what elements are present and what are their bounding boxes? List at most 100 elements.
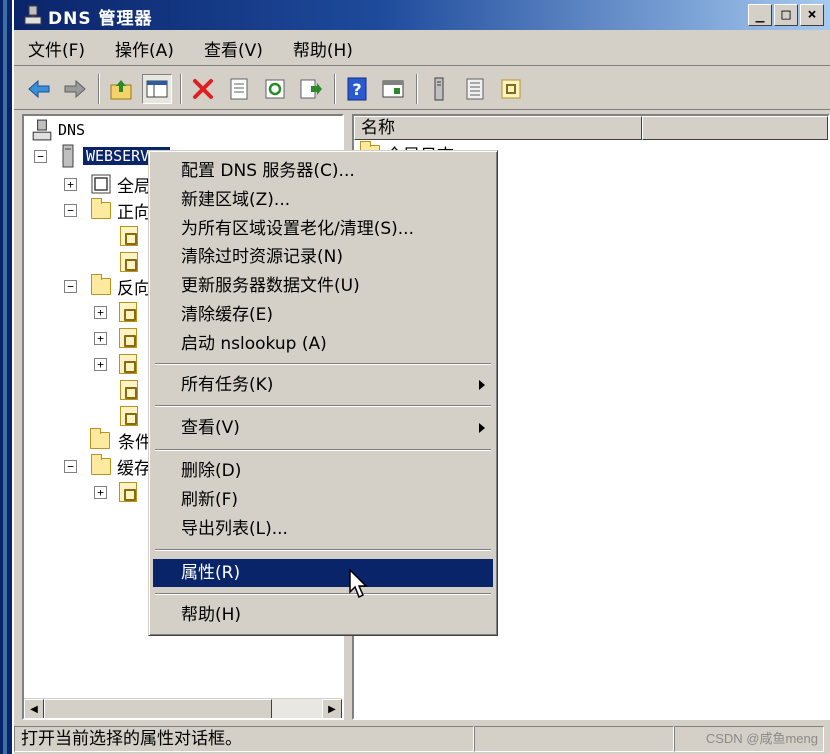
toolbar-separator: [98, 73, 100, 104]
tree-item-reverse-zones[interactable]: − 反向: [64, 273, 151, 299]
column-header-extra[interactable]: [642, 116, 828, 140]
scroll-left-button[interactable]: ◀: [24, 699, 44, 718]
submenu-arrow-icon: [479, 380, 485, 390]
menu-item-help[interactable]: 帮助(H): [153, 601, 493, 629]
help-button[interactable]: ?: [342, 74, 372, 104]
expand-icon[interactable]: +: [94, 485, 107, 499]
toolbar-separator: [416, 73, 418, 104]
menu-view[interactable]: 查看(V): [204, 36, 263, 61]
context-menu: 配置 DNS 服务器(C)... 新建区域(Z)... 为所有区域设置老化/清理…: [148, 150, 498, 636]
minimize-button[interactable]: _: [748, 4, 772, 26]
zone-icon: [119, 328, 137, 348]
menu-item-export-list[interactable]: 导出列表(L)...: [153, 515, 493, 543]
zone-icon: [119, 482, 137, 502]
tree-root-label: DNS: [58, 121, 86, 139]
menu-item-refresh[interactable]: 刷新(F): [153, 486, 493, 514]
status-text: 打开当前选择的属性对话框。: [14, 726, 474, 752]
up-one-level-button[interactable]: [106, 74, 136, 104]
toolbar-separator: [334, 73, 336, 104]
properties-icon: [230, 78, 248, 99]
tree-item-zone[interactable]: +: [94, 326, 137, 350]
tree-item-global-log[interactable]: + 全局: [64, 172, 151, 197]
menu-item-label: 查看(V): [181, 418, 240, 438]
tree-item-forward-zones[interactable]: − 正向: [64, 197, 151, 223]
mouse-cursor-icon: [349, 568, 368, 599]
collapse-icon[interactable]: −: [64, 279, 77, 293]
menu-file[interactable]: 文件(F): [28, 36, 85, 61]
menu-separator: [155, 449, 491, 451]
tree-item-dns-root[interactable]: DNS: [32, 118, 85, 142]
menu-item-launch-nslookup[interactable]: 启动 nslookup (A): [153, 330, 493, 358]
forward-arrow-icon: [64, 79, 86, 98]
menu-action[interactable]: 操作(A): [115, 36, 174, 61]
toolbar-separator: [180, 73, 182, 104]
expand-icon[interactable]: +: [94, 305, 107, 319]
menu-item-label: 所有任务(K): [181, 375, 274, 395]
tree-item-label: 正向: [117, 202, 151, 223]
scroll-thumb[interactable]: [44, 699, 272, 718]
menu-item-set-aging-scavenging[interactable]: 为所有区域设置老化/清理(S)...: [153, 215, 493, 243]
close-button[interactable]: ×: [800, 4, 824, 26]
tree-item-conditional-forwarders[interactable]: 条件: [90, 427, 152, 453]
zone-icon: [119, 302, 137, 322]
tree-item-zone[interactable]: [120, 404, 138, 428]
menu-item-clear-cache[interactable]: 清除缓存(E): [153, 301, 493, 329]
column-header-name[interactable]: 名称: [354, 116, 642, 140]
delete-button[interactable]: [188, 74, 218, 104]
menu-item-properties[interactable]: 属性(R): [153, 559, 493, 587]
menu-bar: 文件(F) 操作(A) 查看(V) 帮助(H): [14, 32, 830, 66]
global-log-icon: [91, 174, 111, 194]
tree-item-zone[interactable]: [120, 378, 138, 402]
menu-item-configure-dns-server[interactable]: 配置 DNS 服务器(C)...: [153, 157, 493, 185]
expand-icon[interactable]: +: [94, 331, 107, 345]
menu-item-update-data-files[interactable]: 更新服务器数据文件(U): [153, 272, 493, 300]
expand-icon[interactable]: +: [94, 357, 107, 371]
expand-icon[interactable]: +: [64, 177, 77, 191]
tree-item-zone[interactable]: +: [94, 300, 137, 324]
menu-item-scavenge-stale-records[interactable]: 清除过时资源记录(N): [153, 243, 493, 271]
menu-help[interactable]: 帮助(H): [293, 36, 353, 61]
server-button[interactable]: [424, 74, 454, 104]
tree-horizontal-scrollbar[interactable]: ◀ ▶: [24, 698, 342, 718]
menu-item-new-zone[interactable]: 新建区域(Z)...: [153, 186, 493, 214]
maximize-button[interactable]: □: [774, 4, 798, 26]
tree-item-zone[interactable]: [120, 250, 138, 274]
refresh-button[interactable]: [260, 74, 290, 104]
server-icon: [434, 77, 444, 100]
up-folder-icon: [110, 79, 132, 99]
tree-item-label: 缓存: [117, 458, 151, 479]
console-button[interactable]: [378, 74, 408, 104]
zone-button[interactable]: [496, 74, 526, 104]
tree-item-zone[interactable]: +: [94, 352, 137, 376]
properties-button[interactable]: [224, 74, 254, 104]
tree-item-cached-lookups[interactable]: − 缓存: [64, 453, 151, 479]
menu-item-delete[interactable]: 删除(D): [153, 457, 493, 485]
scroll-track[interactable]: [272, 699, 322, 718]
menu-item-view[interactable]: 查看(V): [153, 414, 493, 442]
collapse-icon[interactable]: −: [64, 203, 77, 217]
title-bar[interactable]: DNS 管理器 _ □ ×: [14, 0, 830, 30]
zone-icon: [120, 252, 138, 272]
delete-icon: [193, 78, 213, 99]
menu-item-all-tasks[interactable]: 所有任务(K): [153, 371, 493, 399]
tree-item-label: 条件: [118, 432, 152, 453]
collapse-icon[interactable]: −: [34, 149, 47, 163]
collapse-icon[interactable]: −: [64, 459, 77, 473]
forward-button[interactable]: [60, 74, 90, 104]
submenu-arrow-icon: [479, 423, 485, 433]
show-hide-tree-button[interactable]: [142, 73, 172, 104]
export-list-button[interactable]: [296, 74, 326, 104]
zone-icon: [120, 380, 138, 400]
zone-icon: [119, 354, 137, 374]
scroll-right-button[interactable]: ▶: [322, 699, 342, 718]
list-button[interactable]: [460, 74, 490, 104]
folder-icon: [91, 273, 111, 295]
tree-item-zone[interactable]: +: [94, 480, 137, 504]
list-icon: [466, 78, 484, 99]
help-icon: ?: [347, 77, 367, 100]
back-button[interactable]: [24, 74, 54, 104]
dns-root-icon: [32, 119, 52, 141]
folder-icon: [90, 427, 110, 449]
tree-item-zone[interactable]: [120, 224, 138, 248]
server-icon: [62, 144, 74, 168]
